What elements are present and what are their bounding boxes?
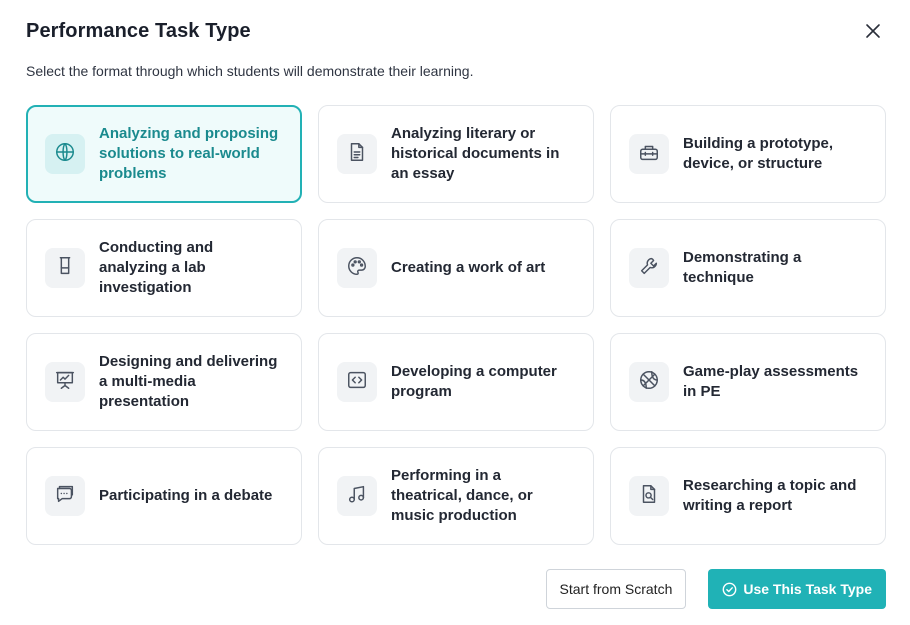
option-label: Researching a topic and writing a report — [683, 477, 857, 514]
dialog-title: Performance Task Type — [26, 20, 251, 42]
chat-bubbles-icon — [54, 483, 76, 510]
use-task-type-label: Use This Task Type — [743, 581, 872, 597]
option-label: Participating in a debate — [99, 487, 273, 504]
option-label: Analyzing and proposing solutions to rea… — [99, 125, 279, 182]
use-task-type-button[interactable]: Use This Task Type — [708, 569, 886, 609]
option-card[interactable]: Performing in a theatrical, dance, or mu… — [318, 447, 594, 545]
globe-icon — [54, 141, 76, 168]
option-card[interactable]: Developing a computer program — [318, 333, 594, 431]
dialog-footer: Start from Scratch Use This Task Type — [545, 569, 886, 609]
music-note-icon — [346, 483, 368, 510]
wrench-icon — [638, 255, 660, 282]
option-card[interactable]: Designing and delivering a multi-media p… — [26, 333, 302, 431]
close-icon — [866, 24, 880, 38]
basketball-icon — [638, 369, 660, 396]
option-label: Analyzing literary or historical documen… — [391, 125, 560, 182]
document-icon — [346, 141, 368, 168]
option-label: Game-play assessments in PE — [683, 363, 859, 400]
option-label: Performing in a theatrical, dance, or mu… — [391, 467, 533, 524]
option-card[interactable]: Building a prototype, device, or structu… — [610, 105, 886, 203]
option-label: Developing a computer program — [391, 363, 557, 400]
option-card[interactable]: Creating a work of art — [318, 219, 594, 317]
option-card[interactable]: Researching a topic and writing a report — [610, 447, 886, 545]
option-card[interactable]: Participating in a debate — [26, 447, 302, 545]
code-icon — [346, 369, 368, 396]
option-card[interactable]: Conducting and analyzing a lab investiga… — [26, 219, 302, 317]
option-label: Designing and delivering a multi-media p… — [99, 353, 278, 410]
beaker-icon — [54, 255, 76, 282]
start-from-scratch-button[interactable]: Start from Scratch — [545, 569, 687, 609]
dialog-subtitle: Select the format through which students… — [26, 63, 474, 79]
option-card[interactable]: Analyzing and proposing solutions to rea… — [26, 105, 302, 203]
toolbox-icon — [638, 141, 660, 168]
file-search-icon — [638, 483, 660, 510]
option-card[interactable]: Demonstrating a technique — [610, 219, 886, 317]
option-label: Conducting and analyzing a lab investiga… — [99, 239, 214, 296]
option-card[interactable]: Game-play assessments in PE — [610, 333, 886, 431]
close-button[interactable] — [862, 20, 884, 42]
option-card[interactable]: Analyzing literary or historical documen… — [318, 105, 594, 203]
task-type-grid: Analyzing and proposing solutions to rea… — [26, 105, 886, 545]
option-label: Creating a work of art — [391, 259, 546, 276]
option-label: Demonstrating a technique — [683, 249, 802, 286]
check-circle-icon — [722, 582, 737, 596]
presentation-icon — [54, 369, 76, 396]
palette-icon — [346, 255, 368, 282]
dialog-header: Performance Task Type — [26, 18, 890, 50]
option-label: Building a prototype, device, or structu… — [683, 135, 833, 172]
